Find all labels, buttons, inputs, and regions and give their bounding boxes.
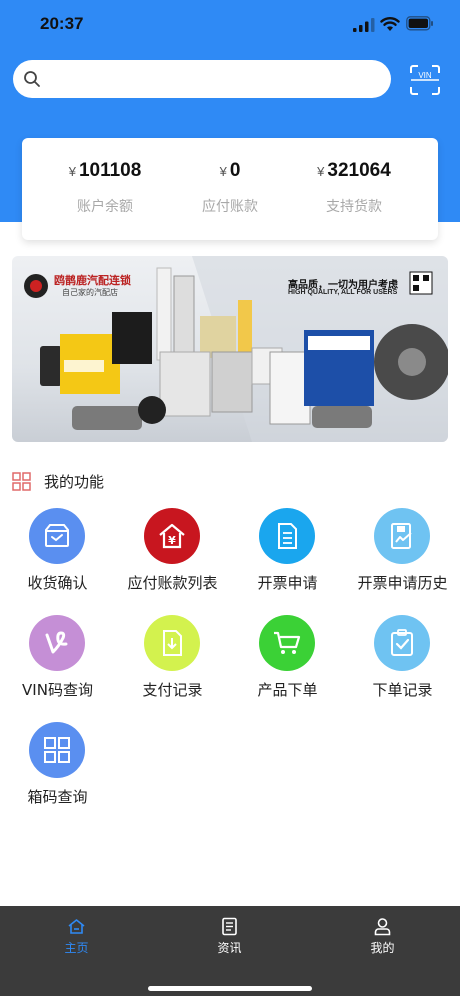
balance-label: 账户余额	[77, 199, 133, 215]
tab-profile[interactable]: 我的	[306, 912, 459, 962]
search-input[interactable]	[51, 64, 381, 94]
home-icon	[68, 919, 85, 934]
currency-symbol: ¥	[68, 164, 76, 179]
func-label: 收货确认	[27, 574, 88, 592]
func-label: 开票申请	[257, 574, 318, 592]
currency-symbol: ¥	[317, 164, 325, 179]
func-label: VIN码查询	[22, 681, 93, 699]
func-label: 下单记录	[372, 681, 433, 699]
tab-bar: 主页 资讯 我的	[0, 906, 460, 996]
clipboard-check-icon	[391, 629, 413, 656]
func-label: 箱码查询	[27, 788, 88, 806]
balance-label: 支持货款	[326, 199, 382, 215]
promo-banner[interactable]: 鸥鹊鹿汽配连锁 自己家的汽配店 高品质，一切为用户考虑 HIGH QUALITY…	[12, 256, 448, 442]
icon-circle	[29, 508, 85, 564]
search-bar[interactable]	[13, 60, 391, 98]
grid-four-icon	[12, 472, 31, 491]
battery-icon	[406, 16, 433, 31]
icon-circle	[29, 615, 85, 671]
vin-scan-icon[interactable]: VIN	[409, 64, 441, 96]
balance-amount: 321064	[327, 160, 391, 181]
icon-circle	[259, 508, 315, 564]
func-invoice-history[interactable]: 开票申请历史	[345, 508, 460, 608]
svg-text:¥: ¥	[168, 534, 176, 547]
currency-symbol: ¥	[219, 164, 227, 179]
balance-label: 应付账款	[202, 199, 258, 215]
status-bar: 20:37	[0, 0, 460, 50]
house-yen-icon: ¥	[159, 523, 185, 549]
cellular-signal-icon	[353, 18, 375, 32]
func-box-code-query[interactable]: 箱码查询	[0, 722, 115, 822]
news-icon	[222, 917, 237, 936]
func-label: 开票申请历史	[357, 574, 448, 592]
icon-circle	[374, 615, 430, 671]
tab-home[interactable]: 主页	[0, 912, 153, 962]
func-label: 应付账款列表	[127, 574, 218, 592]
tab-news[interactable]: 资讯	[153, 912, 306, 962]
tab-label: 主页	[64, 941, 89, 955]
vine-v-icon	[45, 631, 68, 654]
balance-amount: 0	[229, 160, 241, 181]
func-payables-list[interactable]: ¥ 应付账款列表	[115, 508, 230, 608]
banner-brand: 鸥鹊鹿汽配连锁	[54, 274, 131, 287]
func-label: 产品下单	[257, 681, 318, 699]
status-time: 20:37	[40, 14, 84, 33]
func-label: 支付记录	[142, 681, 203, 699]
icon-circle: ¥	[144, 508, 200, 564]
banner-brand-sub: 自己家的汽配店	[62, 288, 118, 297]
user-icon	[374, 918, 391, 936]
balance-card: ¥101108 账户余额 ¥0 应付账款 ¥321064 支持货款	[22, 138, 438, 240]
icon-circle	[144, 615, 200, 671]
func-product-order[interactable]: 产品下单	[230, 615, 345, 715]
balance-account[interactable]: ¥101108 账户余额	[45, 160, 165, 216]
chart-document-icon	[391, 523, 412, 549]
func-invoice-apply[interactable]: 开票申请	[230, 508, 345, 608]
balance-amount: 101108	[78, 160, 142, 181]
icon-circle	[374, 508, 430, 564]
func-payment-records[interactable]: 支付记录	[115, 615, 230, 715]
balance-supported[interactable]: ¥321064 支持货款	[294, 160, 414, 216]
tab-label: 资讯	[217, 941, 242, 955]
search-icon	[24, 71, 40, 87]
functions-title: 我的功能	[44, 473, 105, 491]
vin-label: VIN	[418, 71, 432, 80]
grid-icon	[44, 737, 70, 763]
func-receipt-confirm[interactable]: 收货确认	[0, 508, 115, 608]
cart-icon	[274, 631, 301, 654]
document-icon	[278, 523, 297, 549]
tab-label: 我的	[370, 941, 395, 955]
balance-payable[interactable]: ¥0 应付账款	[170, 160, 290, 216]
func-order-records[interactable]: 下单记录	[345, 615, 460, 715]
banner-slogan-en: HIGH QUALITY, ALL FOR USERS	[288, 289, 398, 296]
icon-circle	[259, 615, 315, 671]
icon-circle	[29, 722, 85, 778]
home-indicator[interactable]	[148, 986, 312, 991]
func-vin-query[interactable]: VIN码查询	[0, 615, 115, 715]
wifi-icon	[380, 17, 400, 31]
inbox-check-icon	[45, 524, 69, 547]
download-document-icon	[163, 630, 182, 656]
